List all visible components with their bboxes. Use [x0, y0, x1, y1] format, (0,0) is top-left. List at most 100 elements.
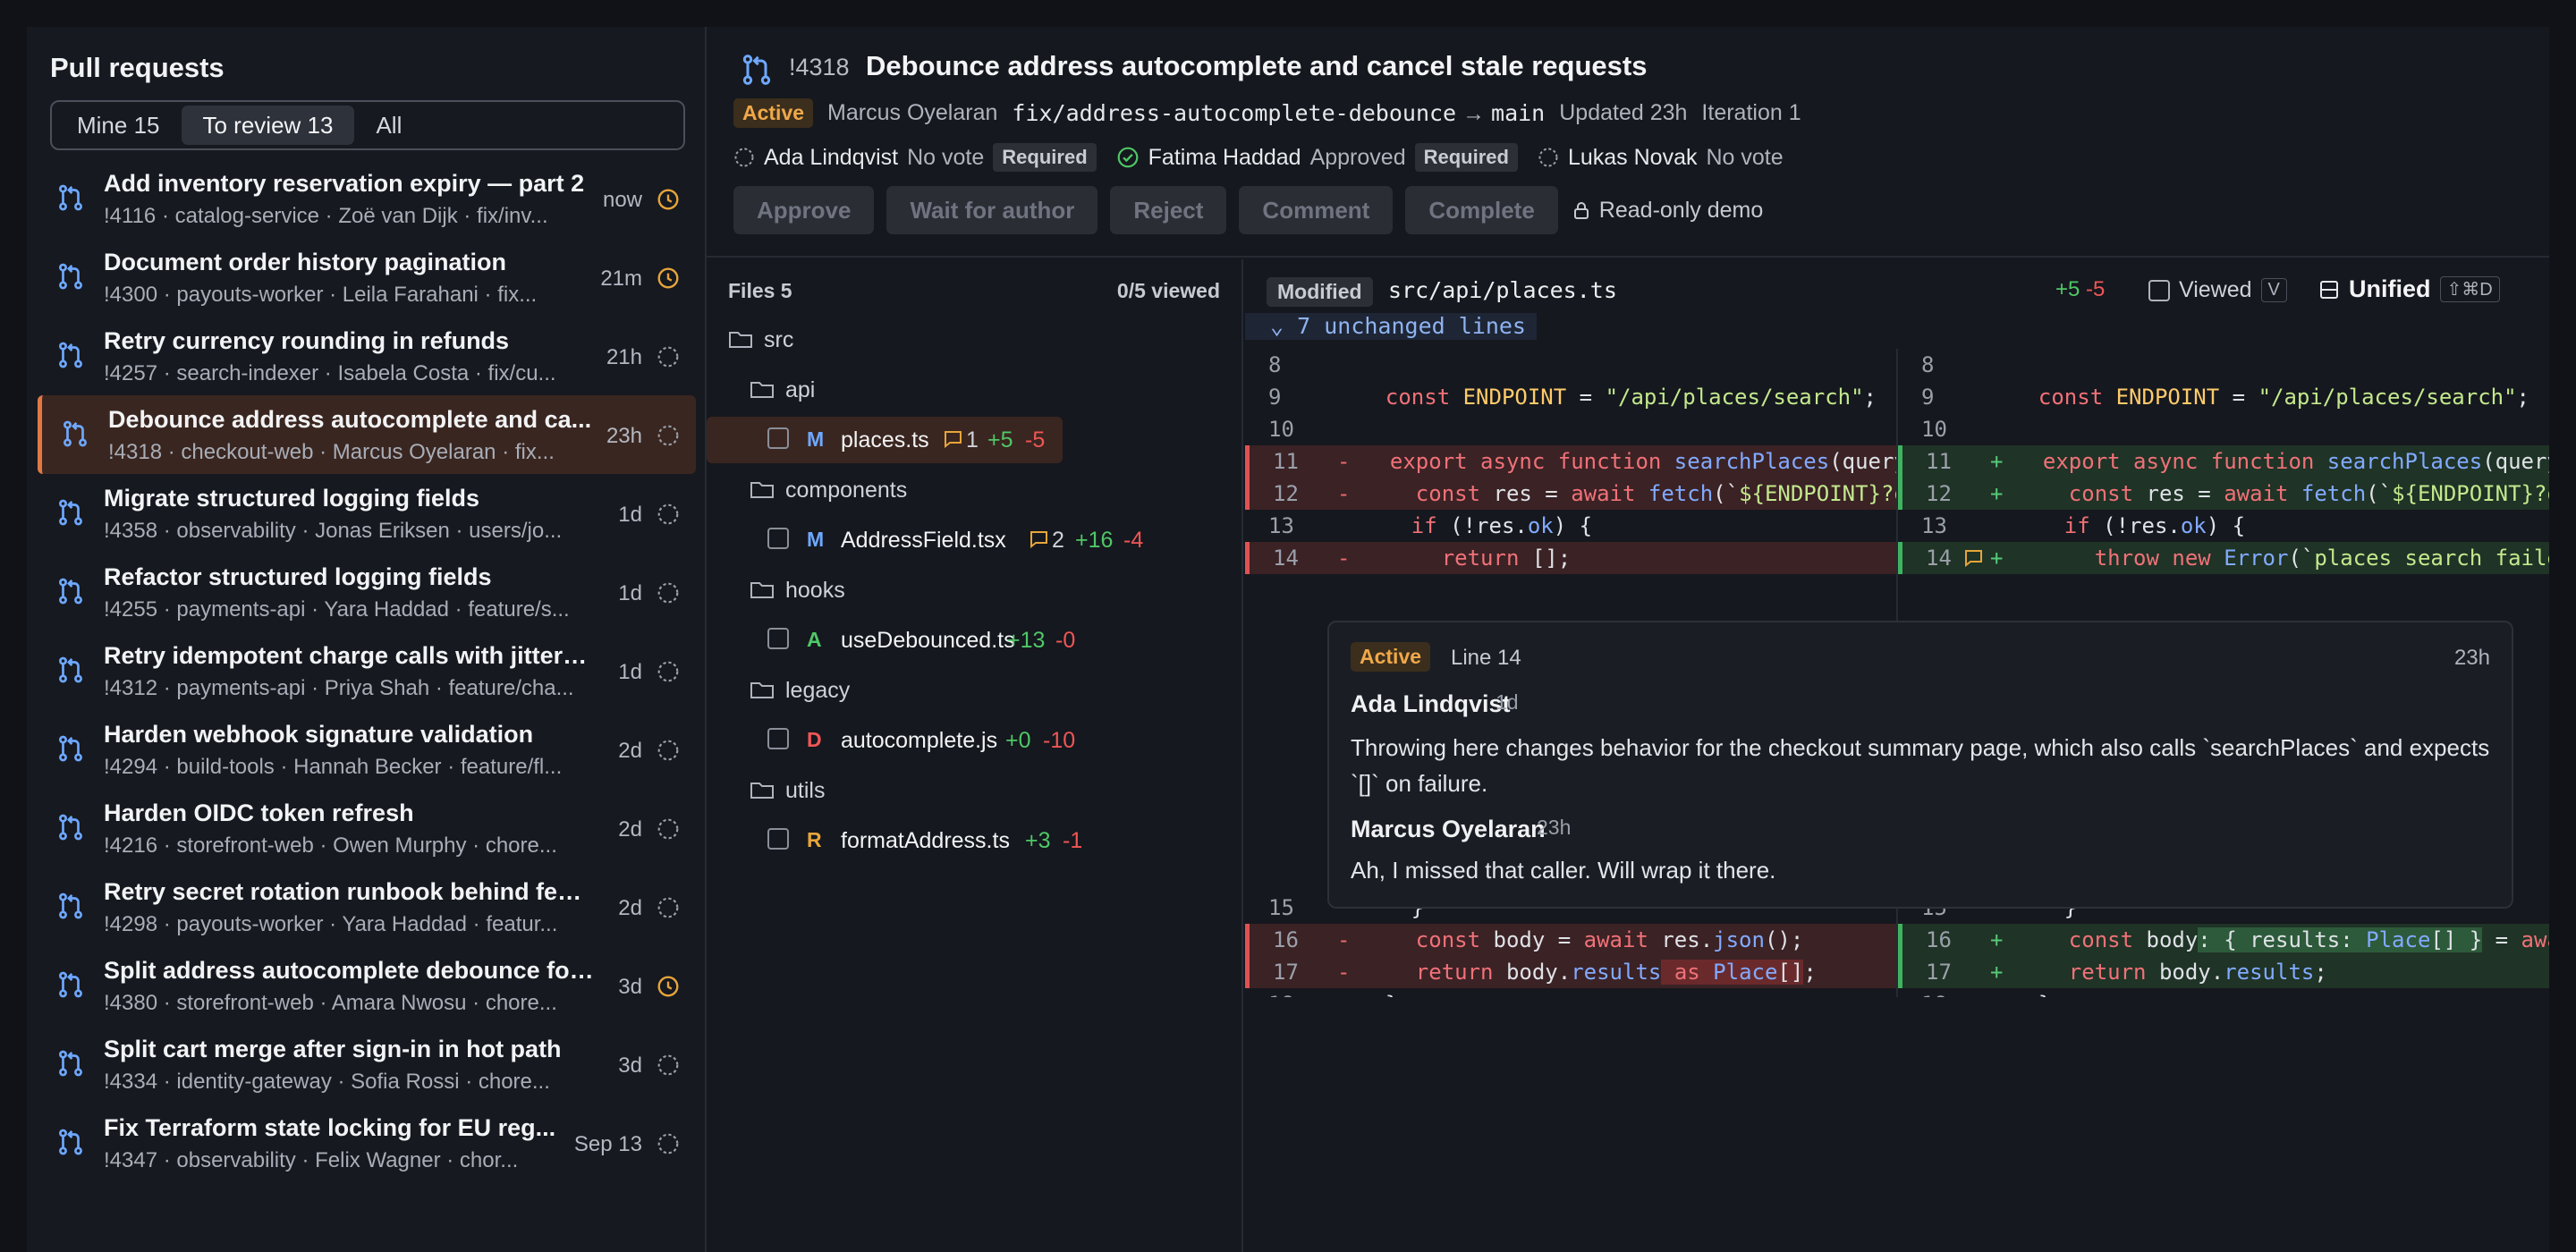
folder-icon: [750, 482, 774, 498]
pending-circle-icon: [734, 148, 754, 167]
file-row-formataddress[interactable]: R formatAddress.ts +3 -1: [707, 816, 1243, 866]
line-number: 11: [1273, 449, 1299, 474]
file-viewed-checkbox[interactable]: [767, 828, 789, 850]
reviewer-name[interactable]: Lukas Novak: [1568, 145, 1698, 171]
reject-button[interactable]: Reject: [1110, 186, 1227, 234]
line-number: 13: [1921, 513, 1947, 538]
pending-circle-icon: [657, 581, 680, 605]
diff-line: 10: [1898, 413, 2549, 445]
file-viewed-checkbox[interactable]: [767, 427, 789, 449]
line-number: 18: [1268, 988, 1294, 997]
diff-line-removed: 17- return body.results as Place[];: [1245, 956, 1898, 988]
pr-list-item[interactable]: Retry secret rotation runbook behind fea…: [38, 867, 696, 946]
comment-button[interactable]: Comment: [1239, 186, 1394, 234]
pr-list-item[interactable]: Harden webhook signature validation !4294…: [38, 710, 696, 789]
folder-components[interactable]: components: [707, 465, 1243, 515]
file-row-autocomplete[interactable]: D autocomplete.js +0 -10: [707, 715, 1243, 766]
target-branch[interactable]: main: [1491, 100, 1545, 126]
file-status-letter: A: [807, 628, 822, 651]
pr-list-item[interactable]: Harden OIDC token refresh !4216 · storefr…: [38, 789, 696, 867]
pending-circle-icon: [657, 424, 680, 447]
pr-sidebar: Pull requests Mine 15 To review 13 All A…: [27, 27, 707, 1252]
pr-list-item[interactable]: Split cart merge after sign-in in hot pa…: [38, 1025, 696, 1104]
pull-request-icon: [55, 576, 86, 606]
comment-icon: [1030, 531, 1047, 548]
pr-item-age: 1d: [618, 581, 642, 605]
reviewer-name[interactable]: Ada Lindqvist: [764, 145, 898, 171]
folder-legacy[interactable]: legacy: [707, 665, 1243, 715]
pr-item-subtitle: !4116 · catalog-service · Zoë van Dijk ·…: [104, 204, 548, 228]
file-viewed-checkbox[interactable]: [767, 728, 789, 749]
file-additions: +16: [1075, 528, 1114, 553]
reviewers-row: Ada Lindqvist No vote Required Fatima Ha…: [733, 143, 1784, 172]
line-number: 16: [1273, 927, 1299, 952]
folder-icon: [729, 332, 752, 348]
pr-author[interactable]: Marcus Oyelaran: [827, 100, 997, 126]
tab-to-review[interactable]: To review 13: [181, 106, 355, 145]
pr-item-title: Retry currency rounding in refunds: [104, 327, 510, 354]
tab-all[interactable]: All: [354, 106, 423, 145]
folder-name: api: [785, 377, 816, 402]
folder-src[interactable]: src: [707, 315, 1243, 365]
pr-item-title: Harden OIDC token refresh: [104, 799, 414, 826]
approve-button[interactable]: Approve: [733, 186, 875, 234]
source-branch[interactable]: fix/address-autocomplete-debounce: [1012, 100, 1456, 126]
reviewer-name[interactable]: Fatima Haddad: [1148, 145, 1301, 171]
pr-list-item[interactable]: Retry currency rounding in refunds !4257 …: [38, 317, 696, 395]
pull-request-icon: [55, 969, 86, 1000]
pr-item-title: Retry idempotent charge calls with jitte…: [104, 642, 594, 669]
diff-line-removed: 14- return [];: [1245, 542, 1898, 574]
comment-age: 1d: [1496, 690, 1519, 714]
line-number: 9: [1921, 385, 1935, 410]
file-additions: +0: [1005, 728, 1031, 753]
pr-list-item[interactable]: Fix Terraform state locking for EU reg..…: [38, 1104, 696, 1182]
pull-request-icon: [55, 891, 86, 921]
pr-item-title: Split cart merge after sign-in in hot pa…: [104, 1036, 562, 1062]
file-name: places.ts: [841, 427, 929, 453]
pending-circle-icon: [657, 345, 680, 368]
pr-list-item[interactable]: Document order history pagination !4300 ·…: [38, 238, 696, 317]
line-number: 18: [1921, 988, 1947, 997]
pr-list-item[interactable]: Debounce address autocomplete and ca...!…: [38, 395, 696, 474]
pr-list-item[interactable]: Split address autocomplete debounce for.…: [38, 946, 696, 1025]
line-number: 8: [1921, 352, 1935, 377]
file-row-addressfield[interactable]: M AddressField.tsx 2 +16 -4: [707, 515, 1243, 565]
pr-item-age: 21m: [600, 266, 642, 291]
file-row-usedebounced[interactable]: A useDebounced.ts +13 -0: [707, 615, 1243, 665]
folder-api[interactable]: api: [707, 365, 1243, 415]
viewed-toggle[interactable]: Viewed V: [2148, 277, 2287, 303]
folder-hooks[interactable]: hooks: [707, 565, 1243, 615]
file-viewed-checkbox[interactable]: [767, 528, 789, 549]
pull-request-icon: [55, 733, 86, 764]
diff-line-removed: 12- const res = await fetch(`${ENDPOINT}…: [1245, 478, 1898, 510]
comment-icon[interactable]: [1963, 549, 1983, 567]
pull-request-icon: [55, 261, 86, 292]
pr-list-item[interactable]: Refactor structured logging fields !4255 …: [38, 553, 696, 631]
file-tree: src api M places.ts 1 +5 -5 components M…: [707, 315, 1243, 866]
diff-line: 10: [1245, 413, 1898, 445]
tab-mine[interactable]: Mine 15: [55, 106, 182, 145]
pr-item-subtitle: !4312 · payments-api · Priya Shah · feat…: [104, 676, 574, 700]
pr-item-age: 3d: [618, 975, 642, 999]
lock-icon: [1573, 202, 1589, 219]
viewed-checkbox[interactable]: [2148, 279, 2170, 301]
diff-line: 13 if (!res.ok) {: [1898, 510, 2549, 542]
line-number: 12: [1273, 481, 1299, 506]
folder-utils[interactable]: utils: [707, 766, 1243, 816]
file-row-places[interactable]: M places.ts 1 +5 -5: [707, 415, 1243, 465]
file-name: formatAddress.ts: [841, 828, 1010, 853]
expand-unchanged-lines[interactable]: ⌄ 7 unchanged lines: [1245, 313, 1537, 340]
pr-list-item[interactable]: Migrate structured logging fields !4358 ·…: [38, 474, 696, 553]
file-viewed-checkbox[interactable]: [767, 628, 789, 649]
pr-list-item[interactable]: Add inventory reservation expiry — part …: [38, 159, 696, 238]
file-path: src/api/places.ts: [1388, 277, 1617, 303]
pr-item-subtitle: !4216 · storefront-web · Owen Murphy · c…: [104, 833, 557, 858]
diff-mode-toggle[interactable]: Unified ⇧⌘D: [2318, 275, 2500, 303]
pr-list-item[interactable]: Retry idempotent charge calls with jitte…: [38, 631, 696, 710]
complete-button[interactable]: Complete: [1405, 186, 1558, 234]
file-name: useDebounced.ts: [841, 628, 1015, 653]
diff-line: 8: [1898, 349, 2549, 381]
wait-for-author-button[interactable]: Wait for author: [886, 186, 1098, 234]
diff-line-added: 17 + return body.results;: [1898, 956, 2549, 988]
pr-item-subtitle: !4300 · payouts-worker · Leila Farahani …: [104, 283, 538, 307]
